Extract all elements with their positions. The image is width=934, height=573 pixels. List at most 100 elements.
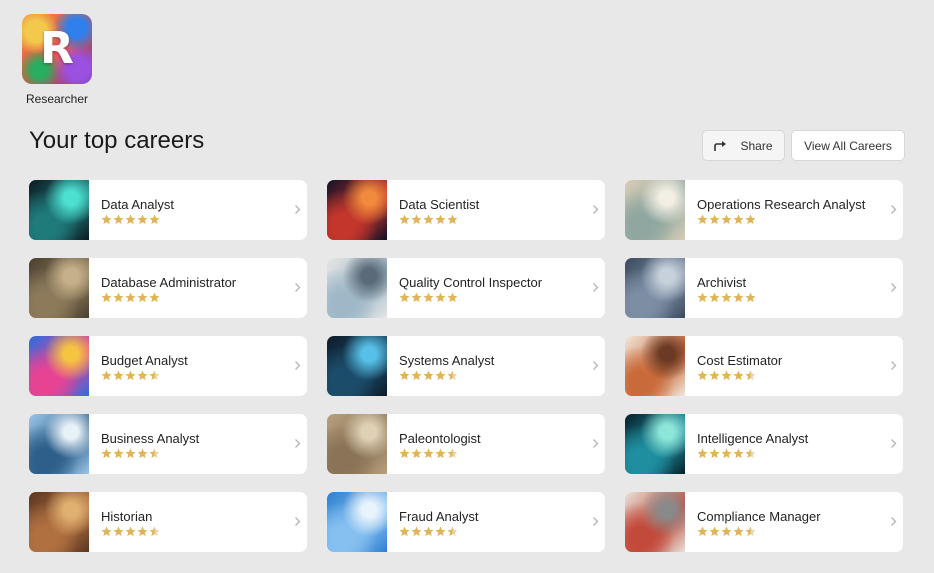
star-icon — [745, 292, 756, 302]
star-icon — [435, 526, 446, 536]
career-card[interactable]: Cost Estimator — [625, 336, 903, 396]
career-card[interactable]: Quality Control Inspector — [327, 258, 605, 318]
star-icon — [411, 214, 422, 224]
star-icon — [423, 370, 434, 380]
tablet-network-image — [327, 336, 387, 396]
badge-label: Researcher — [25, 92, 89, 106]
star-icon — [721, 370, 732, 380]
page-title: Your top careers — [29, 127, 205, 154]
star-icon — [423, 448, 434, 458]
career-card[interactable]: Paleontologist — [327, 414, 605, 474]
star-icon — [721, 526, 732, 536]
star-rating — [101, 448, 160, 459]
star-icon — [697, 370, 708, 380]
star-icon — [113, 292, 124, 302]
star-icon — [125, 214, 136, 224]
star-icon — [113, 526, 124, 536]
star-icon — [745, 214, 756, 224]
star-icon — [101, 370, 112, 380]
career-title: Data Analyst — [101, 197, 174, 212]
star-icon — [697, 526, 708, 536]
star-rating — [101, 526, 160, 537]
view-all-careers-button[interactable]: View All Careers — [791, 130, 905, 161]
magnifier-books-image — [29, 492, 89, 552]
star-rating — [399, 370, 458, 381]
star-icon — [435, 370, 446, 380]
researcher-badge: R — [22, 14, 92, 84]
star-icon — [399, 526, 410, 536]
chevron-right-icon — [295, 517, 301, 526]
chevron-right-icon — [593, 439, 599, 448]
career-title: Systems Analyst — [399, 353, 495, 368]
career-card[interactable]: Compliance Manager — [625, 492, 903, 552]
star-half-icon — [149, 526, 160, 536]
pie-chart-image — [29, 336, 89, 396]
share-button[interactable]: Share — [702, 130, 785, 161]
star-icon — [721, 214, 732, 224]
chevron-right-icon — [593, 517, 599, 526]
chevron-right-icon — [295, 205, 301, 214]
career-title: Quality Control Inspector — [399, 275, 543, 290]
career-card[interactable]: Data Analyst — [29, 180, 307, 240]
star-icon — [435, 292, 446, 302]
career-card[interactable]: Systems Analyst — [327, 336, 605, 396]
star-half-icon — [745, 370, 756, 380]
career-title: Cost Estimator — [697, 353, 783, 368]
star-rating — [697, 214, 756, 225]
star-icon — [137, 292, 148, 302]
star-icon — [447, 292, 458, 302]
star-icon — [125, 526, 136, 536]
career-card[interactable]: Historian — [29, 492, 307, 552]
star-icon — [733, 448, 744, 458]
star-icon — [149, 214, 160, 224]
share-icon — [714, 140, 727, 151]
hands-keyboard-image — [29, 258, 89, 318]
star-icon — [435, 448, 446, 458]
star-rating — [399, 292, 458, 303]
share-label: Share — [740, 138, 773, 153]
career-card[interactable]: Data Scientist — [327, 180, 605, 240]
career-title: Operations Research Analyst — [697, 197, 866, 212]
calculator-notes-image — [625, 336, 685, 396]
chevron-right-icon — [891, 517, 897, 526]
career-title: Fraud Analyst — [399, 509, 479, 524]
star-icon — [447, 214, 458, 224]
star-icon — [697, 214, 708, 224]
star-icon — [101, 292, 112, 302]
file-cabinets-image — [625, 258, 685, 318]
star-icon — [709, 370, 720, 380]
star-icon — [399, 214, 410, 224]
chevron-right-icon — [593, 205, 599, 214]
career-title: Budget Analyst — [101, 353, 188, 368]
star-icon — [697, 448, 708, 458]
star-rating — [697, 370, 756, 381]
career-card[interactable]: Operations Research Analyst — [625, 180, 903, 240]
badge-letter: R — [40, 23, 74, 74]
star-icon — [125, 448, 136, 458]
career-title: Intelligence Analyst — [697, 431, 809, 446]
star-icon — [709, 448, 720, 458]
star-icon — [137, 526, 148, 536]
career-card[interactable]: Budget Analyst — [29, 336, 307, 396]
career-card[interactable]: Archivist — [625, 258, 903, 318]
career-title: Archivist — [697, 275, 747, 290]
star-icon — [411, 292, 422, 302]
star-rating — [399, 526, 458, 537]
globe-network-image — [625, 414, 685, 474]
star-icon — [125, 370, 136, 380]
star-rating — [697, 448, 756, 459]
chevron-right-icon — [295, 361, 301, 370]
career-card[interactable]: Database Administrator — [29, 258, 307, 318]
star-icon — [399, 370, 410, 380]
business-charts-image — [29, 414, 89, 474]
career-card[interactable]: Business Analyst — [29, 414, 307, 474]
meeting-table-image — [625, 492, 685, 552]
fossil-rock-image — [327, 414, 387, 474]
star-icon — [411, 448, 422, 458]
star-icon — [709, 292, 720, 302]
career-card[interactable]: Fraud Analyst — [327, 492, 605, 552]
star-half-icon — [745, 448, 756, 458]
star-icon — [423, 526, 434, 536]
chevron-right-icon — [891, 283, 897, 292]
career-card[interactable]: Intelligence Analyst — [625, 414, 903, 474]
